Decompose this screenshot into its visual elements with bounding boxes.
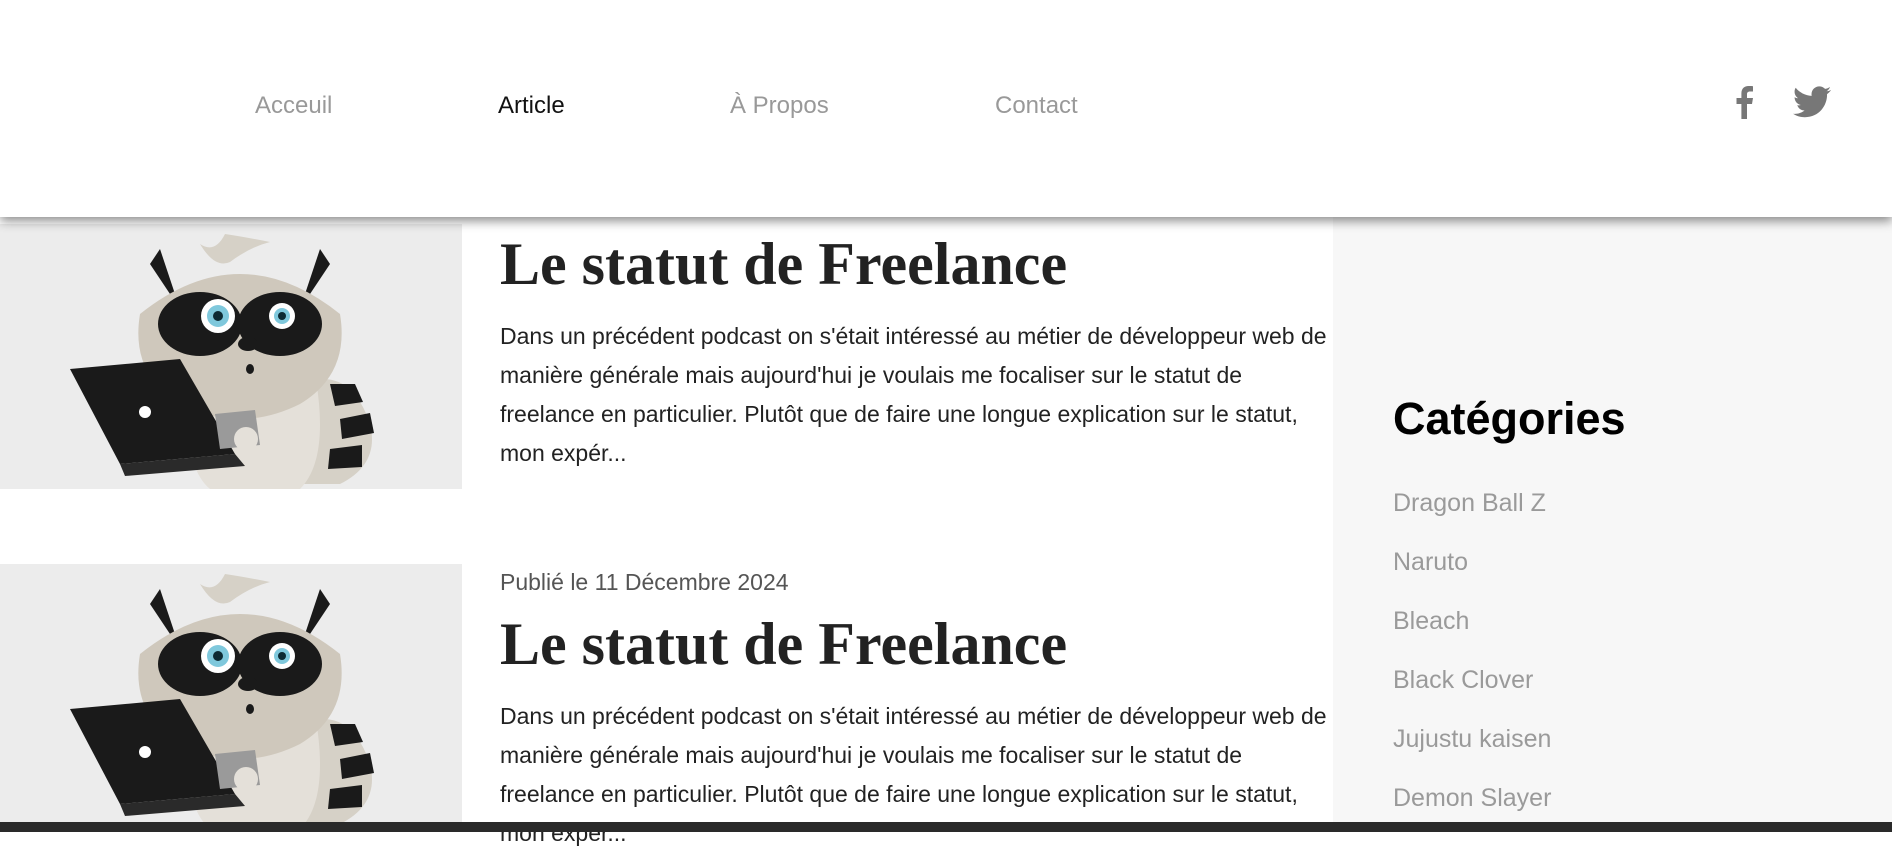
article-title[interactable]: Le statut de Freelance [500,610,1067,678]
article-thumbnail[interactable] [0,564,462,829]
site-header: Acceuil Article À Propos Contact [0,0,1892,217]
article-date: Publié le 11 Décembre 2024 [500,569,789,595]
category-item[interactable]: Demon Slayer [1393,784,1551,843]
category-item[interactable]: Dragon Ball Z [1393,489,1551,548]
category-item[interactable]: Black Clover [1393,666,1551,725]
article-title[interactable]: Le statut de Freelance [500,230,1067,298]
raccoon-laptop-illustration [0,224,462,489]
sidebar-title: Catégories [1393,393,1626,444]
article-excerpt: Dans un précédent podcast on s'était int… [500,323,1327,466]
article-card: Le statut de Freelance Dans un précédent… [0,224,1333,489]
facebook-link[interactable] [1730,82,1758,122]
category-list: Dragon Ball Z Naruto Bleach Black Clover… [1393,489,1551,843]
facebook-icon [1736,86,1753,119]
category-item[interactable]: Bleach [1393,607,1551,666]
nav-item-acceuil[interactable]: Acceuil [255,92,332,120]
article-card: Publié le 11 Décembre 2024 Le statut de … [0,564,1333,846]
nav-item-article[interactable]: Article [498,92,565,120]
raccoon-laptop-illustration [0,564,462,829]
nav-item-contact[interactable]: Contact [995,92,1078,120]
twitter-link[interactable] [1792,82,1832,122]
category-item[interactable]: Naruto [1393,548,1551,607]
category-item[interactable]: Jujustu kaisen [1393,725,1551,784]
article-thumbnail[interactable] [0,224,462,489]
twitter-icon [1793,86,1831,118]
bottom-bar [0,822,1892,832]
nav-item-a-propos[interactable]: À Propos [730,92,829,120]
